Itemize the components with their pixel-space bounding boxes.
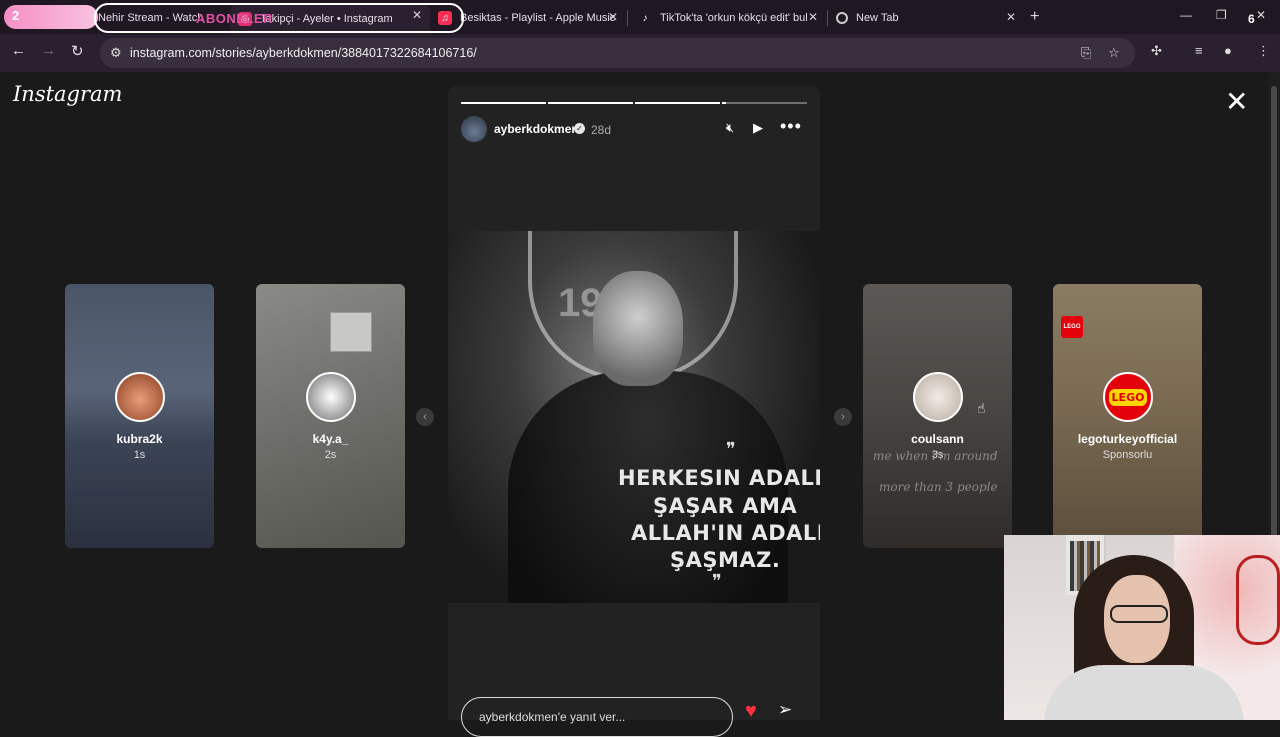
story-card-time: 1s — [133, 449, 146, 461]
progress-segment — [548, 102, 633, 104]
story-progress-bar — [461, 102, 807, 104]
avatar — [306, 372, 356, 422]
story-reply-input[interactable]: ayberkdokmen'e yanıt ver... — [461, 697, 733, 737]
send-icon[interactable]: ➢ — [778, 700, 792, 720]
close-quote-icon: ❞ — [712, 571, 722, 592]
back-arrow-icon[interactable]: ← — [11, 42, 26, 59]
address-bar[interactable]: ⚙ instagram.com/stories/ayberkdokmen/388… — [100, 38, 1135, 68]
chrome-menu-icon[interactable]: ⋮ — [1257, 43, 1270, 59]
story-card-time: 2s — [324, 449, 337, 461]
story-age: 28d — [591, 123, 612, 137]
tab-tiktok[interactable]: ♪ TikTok'ta 'orkun kökçü edit' bul ✕ — [630, 6, 826, 30]
minimize-icon[interactable]: — — [1180, 8, 1192, 22]
tab-strip: Nehir Stream - Watch ◎ Takipçi - Ayeler … — [0, 0, 1280, 34]
tab-new-tab[interactable]: New Tab ✕ — [828, 6, 1024, 30]
media-control-icon[interactable]: ≡ — [1195, 43, 1203, 58]
more-options-icon[interactable]: ••• — [780, 116, 802, 137]
close-window-icon[interactable]: ✕ — [1256, 8, 1266, 22]
profile-avatar-icon[interactable]: ● — [1224, 43, 1232, 58]
quote-line-3: ALLAH'IN ADALETI — [631, 521, 820, 545]
progress-segment — [635, 102, 720, 104]
close-tab-icon[interactable]: ✕ — [808, 10, 818, 24]
avatar — [115, 372, 165, 422]
hand-cursor-icon: ☝ — [977, 400, 986, 416]
browser-chrome: Nehir Stream - Watch ◎ Takipçi - Ayeler … — [0, 0, 1280, 72]
story-card-photo — [330, 312, 372, 352]
story-card-overlay-text: me when i'm around — [873, 449, 998, 463]
chrome-favicon-icon — [836, 12, 848, 24]
story-author-avatar[interactable] — [461, 116, 487, 142]
tab-separator — [627, 10, 628, 26]
maximize-icon[interactable]: ❐ — [1216, 8, 1227, 22]
close-tab-icon[interactable]: ✕ — [608, 10, 618, 24]
story-media-image: 19 ❞ HERKESIN ADALETI ŞAŞAR AMA ALLAH'IN… — [448, 231, 820, 603]
hoodie — [1044, 665, 1244, 720]
tiktok-favicon-icon: ♪ — [642, 12, 648, 24]
close-viewer-icon[interactable]: ✕ — [1225, 88, 1248, 116]
tab-title: Besiktas - Playlist - Apple Music — [460, 12, 616, 24]
story-card-coulsann[interactable]: coulsann 3s me when i'm around more than… — [863, 284, 1012, 548]
quote-line-1: HERKESIN ADALETI — [618, 466, 820, 490]
next-story-arrow-icon[interactable]: › — [834, 408, 852, 426]
install-app-icon[interactable]: ⎘ — [1081, 45, 1091, 61]
lego-logo-text: LEGO — [1108, 388, 1148, 406]
story-card-sponsored: Sponsorlu — [1102, 449, 1153, 461]
progress-segment — [722, 102, 807, 104]
close-tab-icon[interactable]: ✕ — [1006, 10, 1016, 24]
progress-segment-fill — [461, 102, 546, 104]
browser-toolbar: ← → ↻ ⚙ instagram.com/stories/ayberkdokm… — [0, 34, 1280, 72]
instagram-logo[interactable]: Instagram — [13, 82, 122, 106]
bookmark-star-icon[interactable]: ☆ — [1108, 45, 1120, 61]
stream-overlay-label: ABONELER — [196, 11, 273, 26]
story-card-username: legoturkeyofficial — [1077, 432, 1178, 446]
mute-icon[interactable]: 🔇︎ — [726, 120, 734, 136]
reply-placeholder: ayberkdokmen'e yanıt ver... — [479, 710, 626, 724]
story-author-username[interactable]: ayberkdokmen — [494, 122, 579, 136]
stream-overlay-right-number: 6 — [1248, 12, 1255, 26]
new-tab-button[interactable]: + — [1030, 8, 1039, 26]
glasses — [1110, 605, 1168, 623]
lego-small-logo: LEGO — [1061, 316, 1083, 338]
previous-story-arrow-icon[interactable]: ‹ — [416, 408, 434, 426]
avatar: LEGO — [1103, 372, 1153, 422]
progress-segment-fill — [635, 102, 720, 104]
quote-line-4: ŞAŞMAZ. — [670, 548, 781, 572]
avatar — [913, 372, 963, 422]
play-icon[interactable]: ▶ — [753, 120, 763, 136]
progress-segment-fill — [722, 102, 727, 104]
extensions-puzzle-icon[interactable]: ✣ — [1151, 43, 1162, 59]
story-card-username: k4y.a_ — [312, 432, 349, 446]
progress-segment — [461, 102, 546, 104]
story-card-username: kubra2k — [116, 432, 163, 446]
stream-overlay-number: 2 — [12, 8, 20, 23]
quote-line-2: ŞAŞAR AMA — [653, 494, 798, 518]
story-card-overlay-text: more than 3 people — [879, 480, 998, 494]
progress-segment-fill — [548, 102, 633, 104]
story-card-username: coulsann — [911, 432, 964, 446]
tab-title: TikTok'ta 'orkun kökçü edit' bul — [660, 12, 808, 24]
story-card-k4y-a[interactable]: k4y.a_ 2s — [256, 284, 405, 548]
wall-drawing-figure — [1236, 555, 1280, 645]
webcam-overlay — [1004, 535, 1280, 720]
forward-arrow-icon[interactable]: → — [41, 42, 56, 59]
story-card-kubra2k[interactable]: kubra2k 1s — [65, 284, 214, 548]
reload-icon[interactable]: ↻ — [71, 42, 84, 60]
verified-badge-icon: ✓ — [574, 123, 585, 134]
stream-overlay-frame — [94, 3, 464, 33]
story-card-legoturkeyofficial[interactable]: LEGO LEGO legoturkeyofficial Sponsorlu — [1053, 284, 1202, 548]
active-story[interactable]: ayberkdokmen ✓ 28d 🔇︎ ▶ ••• 19 ❞ HERKESI… — [448, 86, 820, 737]
url-text: instagram.com/stories/ayberkdokmen/38840… — [130, 46, 477, 60]
person-head — [593, 271, 683, 386]
site-info-icon[interactable]: ⚙ — [110, 45, 122, 61]
open-quote-icon: ❞ — [726, 439, 736, 460]
tab-title: New Tab — [856, 12, 899, 24]
